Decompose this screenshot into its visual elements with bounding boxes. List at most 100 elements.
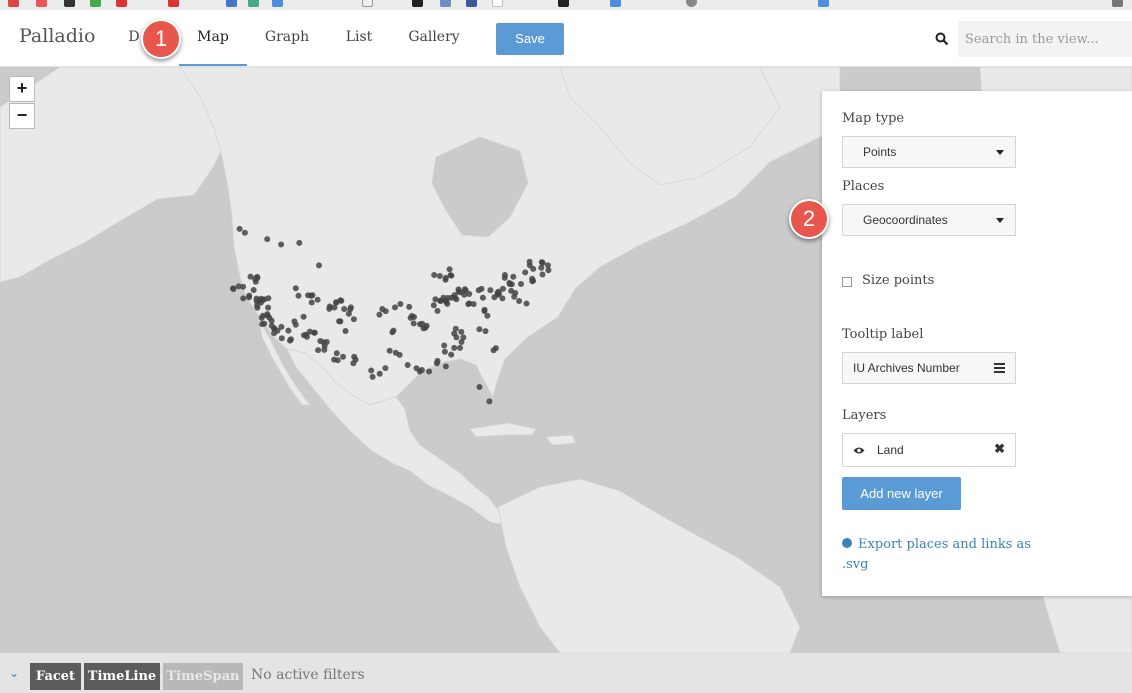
map-point[interactable] [390,327,397,334]
map-point[interactable] [496,290,502,297]
map-point[interactable] [268,322,275,329]
map-point[interactable] [278,323,285,330]
map-point[interactable] [295,292,302,299]
map-point[interactable] [457,344,463,351]
chevron-down-icon[interactable]: ⌄ [9,666,19,680]
map-point[interactable] [539,271,546,278]
map-point[interactable] [303,331,310,338]
remove-layer-icon[interactable]: ✖ [994,441,1005,457]
map-point[interactable] [442,363,449,370]
map-point[interactable] [264,236,271,243]
map-point[interactable] [444,300,451,307]
map-point[interactable] [442,274,449,281]
map-point[interactable] [278,335,285,342]
map-point[interactable] [338,297,345,304]
eye-icon[interactable] [853,446,865,455]
map-point[interactable] [300,313,307,320]
map-point[interactable] [508,281,515,288]
bookmark-icon[interactable] [1112,0,1123,7]
map-point[interactable] [479,294,486,301]
map-point[interactable] [350,316,357,323]
map-point[interactable] [476,326,483,333]
map-point[interactable] [376,311,383,318]
map-point[interactable] [247,273,254,280]
map-point[interactable] [408,313,415,319]
map-point[interactable] [261,320,268,327]
map-point[interactable] [254,302,261,309]
size-points-label[interactable]: Size points [862,273,934,288]
map-point[interactable] [396,351,403,358]
map-point[interactable] [510,273,517,280]
map-point[interactable] [314,296,321,303]
map-point[interactable] [340,353,346,360]
map-point[interactable] [265,304,272,311]
layer-item[interactable]: Land ✖ [842,433,1016,467]
zoom-in-button[interactable]: + [9,76,35,102]
map-point[interactable] [458,339,465,345]
map-point[interactable] [434,357,441,364]
bookmark-icon[interactable] [8,0,19,7]
bookmark-icon[interactable] [226,0,237,7]
map-point[interactable] [522,269,529,276]
bookmark-icon[interactable] [818,0,829,7]
bookmark-icon[interactable] [36,0,47,7]
map-point[interactable] [296,239,303,246]
bookmark-icon[interactable] [168,0,179,7]
map-point[interactable] [512,290,519,296]
map-point[interactable] [545,267,552,274]
bookmark-icon[interactable] [610,0,621,7]
map-point[interactable] [336,318,343,325]
map-point[interactable] [368,367,375,374]
map-point[interactable] [321,346,328,353]
bookmark-icon[interactable] [272,0,283,7]
map-point[interactable] [431,272,438,278]
tab-gallery[interactable]: Gallery [402,10,466,66]
bookmark-icon[interactable] [558,0,569,7]
map-point[interactable] [446,266,453,273]
map-point[interactable] [285,327,292,334]
map-point[interactable] [342,328,349,334]
map-point[interactable] [487,287,494,294]
map-point[interactable] [404,362,411,368]
map-point[interactable] [410,320,417,327]
map-point[interactable] [240,295,247,302]
map-point[interactable] [466,291,473,297]
search-input[interactable] [958,21,1132,57]
map-point[interactable] [240,283,247,290]
map-point[interactable] [392,304,398,311]
map-point[interactable] [441,342,448,349]
app-logo[interactable]: Palladio [19,25,95,47]
map-point[interactable] [258,314,265,321]
map-point[interactable] [345,310,352,317]
map-point[interactable] [451,344,458,351]
export-svg-link[interactable]: Export places and links as .svg [842,535,1032,575]
map-point[interactable] [350,360,357,367]
map-point[interactable] [397,301,404,307]
timespan-filter-button[interactable]: TimeSpan [163,663,243,690]
map-point[interactable] [246,294,252,301]
map-point[interactable] [441,348,448,355]
map-point[interactable] [432,296,439,303]
save-button[interactable]: Save [496,23,564,55]
map-point[interactable] [518,281,524,287]
zoom-out-button[interactable]: − [9,103,35,129]
map-point[interactable] [241,229,248,236]
map-point[interactable] [501,272,508,278]
add-new-layer-button[interactable]: Add new layer [842,477,961,510]
places-select[interactable]: Geocoordinates [842,204,1016,236]
map-point[interactable] [448,272,455,279]
bookmark-icon[interactable] [466,0,477,7]
map-point[interactable] [326,303,333,310]
map-point[interactable] [308,299,315,306]
tab-map[interactable]: Map [179,10,247,66]
tab-graph[interactable]: Graph [258,10,316,66]
map-point[interactable] [386,347,393,354]
map-point[interactable] [382,365,389,372]
map-point[interactable] [516,298,523,304]
map-point[interactable] [264,311,271,318]
map-point[interactable] [253,295,260,302]
bookmark-icon[interactable] [90,0,101,7]
map-point[interactable] [305,292,312,299]
map-point[interactable] [444,295,451,301]
map-point[interactable] [430,302,437,309]
